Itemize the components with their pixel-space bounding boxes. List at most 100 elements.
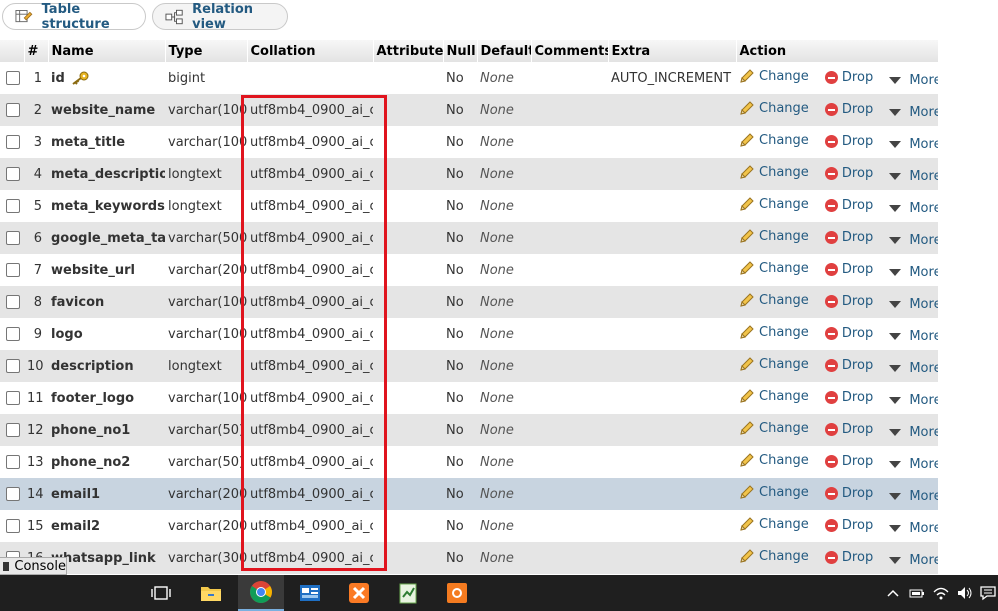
- column-extra: [608, 510, 736, 542]
- row-checkbox[interactable]: [6, 167, 20, 181]
- change-button[interactable]: Change: [739, 356, 809, 372]
- more-button[interactable]: More: [889, 329, 938, 344]
- more-button[interactable]: More: [889, 521, 938, 536]
- change-label: Change: [759, 484, 809, 500]
- column-name: description: [51, 358, 134, 374]
- notepad-icon[interactable]: [385, 575, 431, 611]
- change-button[interactable]: Change: [739, 164, 809, 180]
- header-default[interactable]: Default: [477, 40, 532, 62]
- table-row: 15 email2 varchar(200) utf8mb4_0900_ai_c…: [0, 510, 938, 542]
- more-button[interactable]: More: [889, 297, 938, 312]
- header-name[interactable]: Name: [48, 40, 166, 62]
- change-button[interactable]: Change: [739, 228, 809, 244]
- app-orange-icon[interactable]: [434, 575, 480, 611]
- change-button[interactable]: Change: [739, 420, 809, 436]
- chevron-down-icon: [889, 109, 902, 116]
- change-button[interactable]: Change: [739, 260, 809, 276]
- volume-icon[interactable]: [956, 585, 974, 601]
- drop-button[interactable]: Drop: [824, 454, 873, 469]
- more-button[interactable]: More: [889, 457, 938, 472]
- more-button[interactable]: More: [889, 553, 938, 568]
- drop-button[interactable]: Drop: [824, 198, 873, 213]
- change-button[interactable]: Change: [739, 100, 809, 116]
- more-button[interactable]: More: [889, 137, 938, 152]
- app-window-icon[interactable]: [287, 575, 333, 611]
- row-checkbox[interactable]: [6, 359, 20, 373]
- file-explorer-icon[interactable]: [188, 575, 234, 611]
- change-button[interactable]: Change: [739, 68, 809, 84]
- header-extra[interactable]: Extra: [608, 40, 737, 62]
- drop-button[interactable]: Drop: [824, 102, 873, 117]
- table-row: 7 website_url varchar(200) utf8mb4_0900_…: [0, 254, 938, 286]
- more-button[interactable]: More: [889, 425, 938, 440]
- drop-button[interactable]: Drop: [824, 550, 873, 565]
- tab-relation-view[interactable]: Relation view: [152, 2, 288, 32]
- drop-button[interactable]: Drop: [824, 262, 873, 277]
- row-checkbox[interactable]: [6, 423, 20, 437]
- row-checkbox[interactable]: [6, 231, 20, 245]
- pencil-icon: [740, 389, 754, 403]
- drop-button[interactable]: Drop: [824, 70, 873, 85]
- drop-button[interactable]: Drop: [824, 358, 873, 373]
- drop-button[interactable]: Drop: [824, 518, 874, 533]
- chevron-up-icon[interactable]: [886, 585, 900, 601]
- row-checkbox[interactable]: [6, 103, 20, 117]
- more-button[interactable]: More: [889, 361, 938, 376]
- drop-button[interactable]: Drop: [824, 230, 873, 245]
- more-button[interactable]: More: [889, 169, 938, 184]
- more-button[interactable]: More: [889, 233, 938, 248]
- row-checkbox[interactable]: [6, 455, 20, 469]
- row-checkbox[interactable]: [6, 487, 20, 501]
- pencil-icon: [740, 69, 754, 83]
- xampp-icon[interactable]: [336, 575, 382, 611]
- drop-button[interactable]: Drop: [824, 326, 873, 341]
- more-button[interactable]: More: [889, 105, 938, 120]
- header-collation[interactable]: Collation: [247, 40, 374, 62]
- change-button[interactable]: Change: [739, 196, 809, 212]
- row-checkbox-cell: [0, 94, 24, 126]
- header-null[interactable]: Null: [443, 40, 478, 62]
- row-checkbox[interactable]: [6, 327, 20, 341]
- row-checkbox[interactable]: [6, 135, 20, 149]
- console-button[interactable]: Console: [0, 557, 67, 575]
- row-checkbox[interactable]: [6, 391, 20, 405]
- row-checkbox[interactable]: [6, 519, 20, 533]
- drop-button[interactable]: Drop: [824, 166, 873, 181]
- change-button[interactable]: Change: [739, 292, 809, 308]
- more-button[interactable]: More: [889, 73, 938, 88]
- column-name-cell: footer_logo: [48, 382, 165, 414]
- more-button[interactable]: More: [889, 201, 938, 216]
- header-num[interactable]: #: [24, 40, 49, 62]
- change-button[interactable]: Change: [739, 452, 809, 468]
- header-attributes[interactable]: Attributes: [373, 40, 444, 62]
- row-checkbox[interactable]: [6, 263, 20, 277]
- row-checkbox[interactable]: [6, 71, 20, 85]
- battery-icon[interactable]: [908, 585, 926, 601]
- tab-table-structure[interactable]: Table structure: [2, 2, 146, 32]
- drop-button[interactable]: Drop: [824, 294, 873, 309]
- notification-icon[interactable]: [980, 585, 996, 601]
- drop-button[interactable]: Drop: [824, 390, 873, 405]
- more-button[interactable]: More: [889, 265, 938, 280]
- chrome-icon[interactable]: [238, 575, 284, 611]
- change-button[interactable]: Change: [739, 548, 809, 564]
- header-type[interactable]: Type: [165, 40, 248, 62]
- header-comments[interactable]: Comments: [531, 40, 609, 62]
- table-row: 2 website_name varchar(100) utf8mb4_0900…: [0, 94, 938, 126]
- row-checkbox[interactable]: [6, 199, 20, 213]
- change-button[interactable]: Change: [739, 388, 809, 404]
- drop-button[interactable]: Drop: [824, 134, 873, 149]
- drop-label: Drop: [841, 518, 874, 533]
- row-checkbox[interactable]: [6, 295, 20, 309]
- change-button[interactable]: Change: [739, 132, 809, 148]
- more-button[interactable]: More: [889, 489, 938, 504]
- change-button[interactable]: Change: [739, 516, 809, 532]
- drop-button[interactable]: Drop: [824, 486, 873, 501]
- change-button[interactable]: Change: [739, 324, 809, 340]
- more-button[interactable]: More: [889, 393, 938, 408]
- drop-button[interactable]: Drop: [824, 422, 873, 437]
- pencil-icon: [740, 485, 754, 499]
- wifi-icon[interactable]: [932, 585, 950, 601]
- change-button[interactable]: Change: [739, 484, 809, 500]
- task-view-icon[interactable]: [138, 575, 184, 611]
